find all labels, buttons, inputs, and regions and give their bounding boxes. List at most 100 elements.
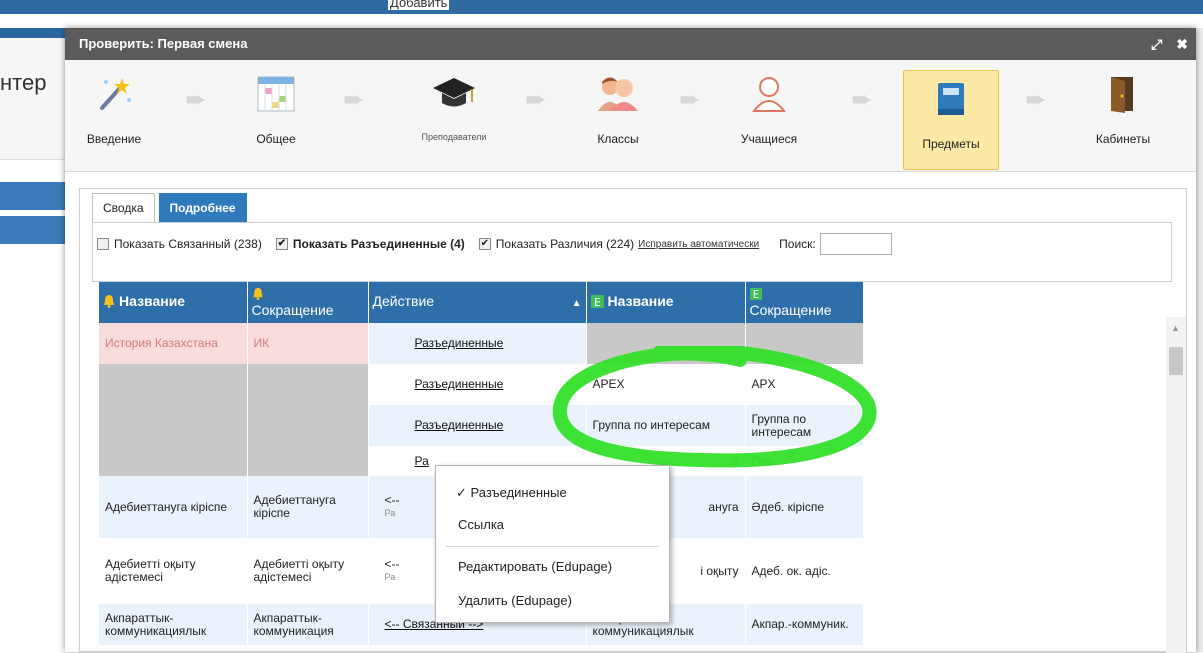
- edupage-logo-icon: E: [590, 294, 604, 311]
- tab-bar: Сводка Подробнее: [92, 193, 251, 223]
- sort-asc-icon[interactable]: ▲: [572, 296, 582, 311]
- step-rooms[interactable]: Кабинеты: [1081, 66, 1165, 162]
- step-label: Классы: [597, 132, 639, 146]
- search-label: Поиск:: [779, 237, 816, 251]
- step-intro[interactable]: Введение: [79, 66, 149, 162]
- arrow-right-icon: ➨: [343, 84, 365, 114]
- show-linked-option[interactable]: Показать Связанный (238): [97, 237, 262, 251]
- cell-name-right: APEX: [586, 364, 746, 405]
- step-subjects[interactable]: Предметы: [903, 70, 999, 170]
- edupage-logo-icon: E: [749, 287, 855, 303]
- show-unlinked-option[interactable]: ✔ Показать Разъединенные (4): [275, 237, 465, 251]
- close-icon[interactable]: ✖: [1176, 36, 1188, 52]
- action-link[interactable]: Разъединенные: [415, 377, 504, 391]
- table-scrollbar[interactable]: ▲: [1166, 317, 1186, 653]
- app-menu-item[interactable]: [0, 182, 70, 210]
- step-label: Преподаватели: [421, 132, 487, 142]
- app-header-band: [0, 38, 70, 160]
- show-diff-label: Показать Различия (224): [495, 237, 635, 251]
- cell-name-left: Акпараттык-коммуникациялык: [99, 604, 248, 645]
- student-icon: [729, 66, 809, 122]
- aSc-bell-icon: [252, 287, 360, 303]
- show-unlinked-label: Показать Разъединенные (4): [292, 237, 465, 251]
- cell-abbr-right: Акпар.-коммуник.: [745, 604, 864, 645]
- arrow-right-icon: ➨: [1025, 84, 1047, 114]
- app-topbar: [0, 0, 1203, 14]
- tab-details[interactable]: Подробнее: [158, 193, 247, 222]
- cell-name-left: [99, 364, 248, 405]
- action-link[interactable]: Ра: [415, 454, 429, 468]
- show-diff-option[interactable]: ✔ Показать Различия (224): [478, 237, 635, 251]
- context-menu: ✓ Разъединенные Ссылка Редактировать (Ed…: [435, 465, 670, 623]
- cell-abbr-right: Адеб. ок. адiс.: [745, 538, 864, 604]
- cell-abbr-left: [247, 364, 369, 405]
- step-label: Общее: [256, 132, 296, 146]
- show-unlinked-checkbox[interactable]: ✔: [275, 238, 288, 250]
- header-name-left[interactable]: Название: [99, 282, 248, 323]
- cell-name-left: История Казахстана: [99, 323, 248, 364]
- action-text: <--: [384, 493, 400, 507]
- scroll-up-icon[interactable]: ▲: [1171, 323, 1180, 333]
- step-label: Кабинеты: [1095, 132, 1151, 146]
- book-icon: [904, 71, 998, 127]
- cell-name-left: Адебиеттануга кiрiспе: [99, 476, 248, 538]
- fix-auto-link[interactable]: Исправить автоматически: [638, 239, 759, 250]
- svg-text:E: E: [594, 296, 601, 308]
- graduation-cap-icon: [399, 66, 509, 122]
- cell-abbr-left: Акпараттык-коммуникация: [247, 604, 369, 645]
- table-header-row: Название Сокращение Действие ▲ E Название: [99, 282, 864, 323]
- header-abbr-left[interactable]: Сокращение: [247, 282, 369, 323]
- cell-abbr-left: [247, 405, 369, 446]
- cell-action: Разъединенные: [368, 364, 587, 405]
- show-linked-checkbox[interactable]: [97, 238, 109, 250]
- arrow-right-icon: ➨: [851, 84, 873, 114]
- step-general[interactable]: Общее: [245, 66, 307, 162]
- aSc-bell-icon: [103, 294, 115, 311]
- arrow-right-icon: ➨: [679, 84, 701, 114]
- cell-abbr-left: Адебиеттануга кiрiспе: [247, 476, 369, 538]
- cell-abbr-right: Пов: [745, 446, 864, 476]
- header-name-right[interactable]: E Название: [586, 282, 746, 323]
- action-text: <--: [384, 557, 400, 571]
- app-menu-item[interactable]: [0, 216, 70, 244]
- timetable-grid-icon: [245, 66, 307, 122]
- search-input[interactable]: [819, 233, 892, 255]
- table-row[interactable]: История Казахстана ИК Разъединенные: [99, 323, 864, 364]
- scroll-thumb[interactable]: [1169, 347, 1183, 375]
- menu-item-link[interactable]: Ссылка: [436, 514, 669, 536]
- step-label: Введение: [86, 132, 142, 146]
- cell-abbr-right: Әдеб. кiрiспе: [745, 476, 864, 538]
- step-label: Учащиеся: [740, 132, 798, 146]
- step-teachers[interactable]: Преподаватели: [399, 66, 509, 162]
- app-right-strip: [1196, 28, 1203, 652]
- cell-abbr-right: APX: [745, 364, 864, 405]
- action-link[interactable]: Разъединенные: [415, 418, 504, 432]
- table-row[interactable]: Разъединенные APEX APX: [99, 364, 864, 405]
- cell-abbr-left: [247, 446, 369, 476]
- students-group-icon: [583, 66, 653, 122]
- cell-action: Разъединенные: [368, 405, 587, 446]
- cell-action: Разъединенные: [368, 323, 587, 364]
- dialog-controls: ⤢ ✖: [1141, 28, 1188, 60]
- table-row[interactable]: Разъединенные Группа по интересам Группа…: [99, 405, 864, 446]
- arrow-right-icon: ➨: [185, 84, 207, 114]
- app-truncated-text: нтер: [0, 70, 47, 95]
- step-classes[interactable]: Классы: [583, 66, 653, 162]
- tab-summary[interactable]: Сводка: [92, 193, 155, 222]
- cell-name-left: [99, 446, 248, 476]
- menu-item-edit-edupage[interactable]: Редактировать (Edupage): [436, 556, 669, 578]
- menu-item-unlinked[interactable]: ✓ Разъединенные: [436, 482, 669, 504]
- app-top-caption: Добавить: [388, 0, 450, 10]
- maximize-icon[interactable]: ⤢: [1151, 36, 1162, 52]
- show-diff-checkbox[interactable]: ✔: [478, 238, 491, 250]
- action-link[interactable]: Разъединенные: [415, 336, 504, 350]
- header-abbr-right[interactable]: E Сокращение: [745, 282, 864, 323]
- menu-item-delete-edupage[interactable]: Удалить (Edupage): [436, 590, 669, 612]
- cell-name-right: [586, 323, 746, 364]
- step-students[interactable]: Учащиеся: [729, 66, 809, 162]
- cell-name-left: [99, 405, 248, 446]
- cell-name-right: Группа по интересам: [586, 405, 746, 446]
- cell-abbr-left: ИК: [247, 323, 369, 364]
- header-action[interactable]: Действие ▲: [368, 282, 587, 323]
- wizard-steps: Введение ➨ Общее ➨ Преподаватели ➨ Класс…: [65, 60, 1196, 172]
